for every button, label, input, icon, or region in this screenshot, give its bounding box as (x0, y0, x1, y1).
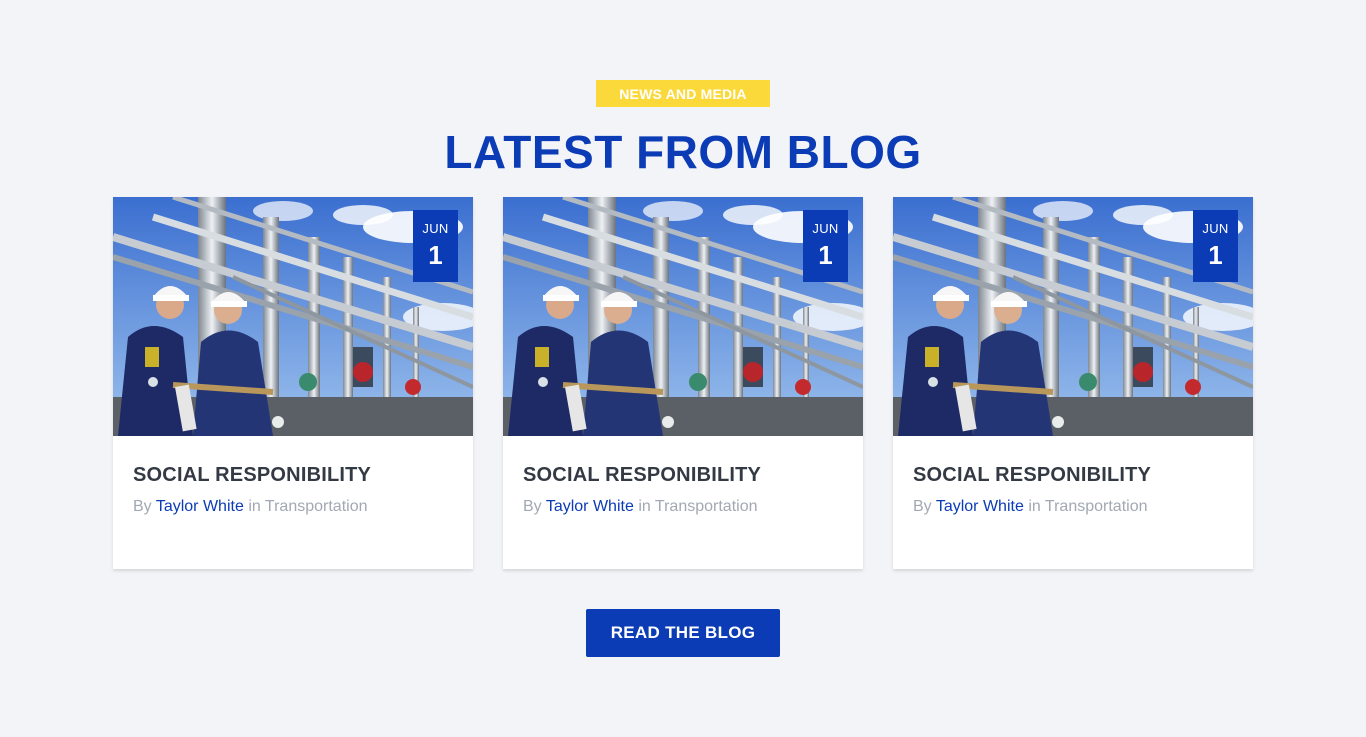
post-date-day: 1 (1208, 240, 1223, 270)
post-date-month: JUN (1202, 221, 1229, 236)
post-meta-in: in (248, 498, 261, 515)
post-image[interactable]: JUN 1 (503, 197, 863, 436)
post-meta: By Taylor White in Transportation (523, 498, 758, 516)
post-date: JUN 1 (803, 210, 848, 282)
read-blog-button[interactable]: READ THE BLOG (586, 609, 780, 657)
post-date-day: 1 (818, 240, 833, 270)
post-title[interactable]: SOCIAL RESPONIBILITY (523, 464, 761, 487)
post-author-link[interactable]: Taylor White (546, 498, 634, 515)
post-author-link[interactable]: Taylor White (936, 498, 1024, 515)
post-image[interactable]: JUN 1 (893, 197, 1253, 436)
post-meta-by: By (133, 498, 152, 515)
post-meta-by: By (523, 498, 542, 515)
blog-card[interactable]: JUN 1 SOCIAL RESPONIBILITY By Taylor Whi… (893, 197, 1253, 569)
post-date: JUN 1 (1193, 210, 1238, 282)
post-category[interactable]: Transportation (1045, 498, 1148, 515)
post-author-link[interactable]: Taylor White (156, 498, 244, 515)
post-meta-by: By (913, 498, 932, 515)
post-image[interactable]: JUN 1 (113, 197, 473, 436)
post-date-month: JUN (422, 221, 449, 236)
section-title: LATEST FROM BLOG (444, 126, 922, 178)
blog-cards: JUN 1 SOCIAL RESPONIBILITY By Taylor Whi… (113, 197, 1253, 569)
post-meta: By Taylor White in Transportation (913, 498, 1148, 516)
post-meta: By Taylor White in Transportation (133, 498, 368, 516)
blog-card[interactable]: JUN 1 SOCIAL RESPONIBILITY By Taylor Whi… (503, 197, 863, 569)
section-badge: NEWS AND MEDIA (596, 80, 770, 107)
post-title[interactable]: SOCIAL RESPONIBILITY (133, 464, 371, 487)
post-category[interactable]: Transportation (265, 498, 368, 515)
post-category[interactable]: Transportation (655, 498, 758, 515)
post-meta-in: in (638, 498, 651, 515)
post-date: JUN 1 (413, 210, 458, 282)
post-date-month: JUN (812, 221, 839, 236)
post-meta-in: in (1028, 498, 1041, 515)
post-date-day: 1 (428, 240, 443, 270)
post-title[interactable]: SOCIAL RESPONIBILITY (913, 464, 1151, 487)
blog-card[interactable]: JUN 1 SOCIAL RESPONIBILITY By Taylor Whi… (113, 197, 473, 569)
